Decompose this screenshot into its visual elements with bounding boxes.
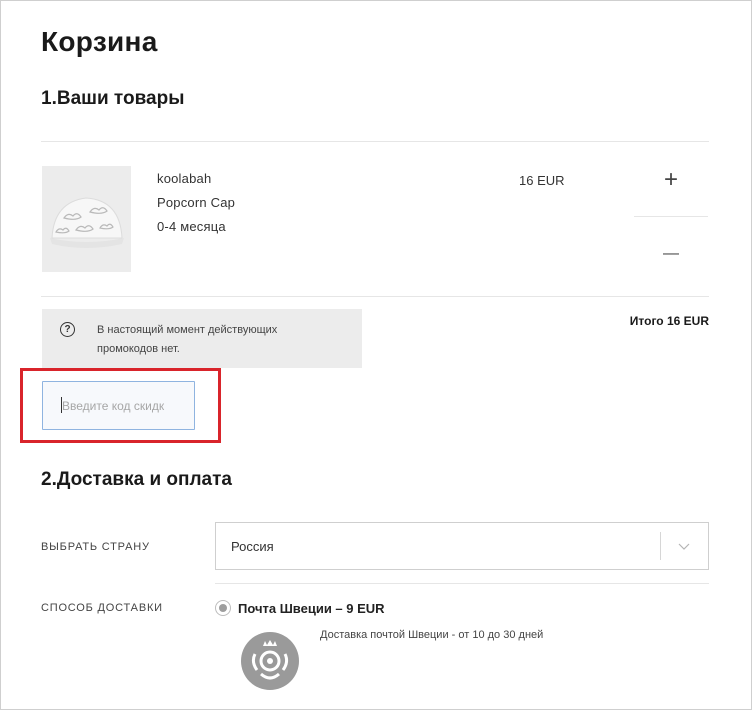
delivery-option-description: Доставка почтой Швеции - от 10 до 30 дне… bbox=[320, 629, 544, 641]
country-label: ВЫБРАТЬ СТРАНУ bbox=[41, 541, 150, 553]
product-price: 16 EUR bbox=[519, 173, 565, 188]
product-size: 0-4 месяца bbox=[157, 219, 226, 234]
country-select[interactable]: Россия bbox=[215, 522, 709, 570]
divider bbox=[215, 583, 709, 584]
section-title-delivery: 2.Доставка и оплата bbox=[41, 469, 232, 490]
section-title-items: 1.Ваши товары bbox=[41, 88, 185, 109]
cap-image-icon bbox=[50, 197, 124, 248]
posten-horn-icon bbox=[251, 640, 289, 680]
decrease-quantity-button[interactable]: — bbox=[634, 236, 708, 272]
increase-quantity-button[interactable]: + bbox=[634, 162, 708, 198]
delivery-label: СПОСОБ ДОСТАВКИ bbox=[41, 602, 163, 614]
order-total: Итого 16 EUR bbox=[629, 314, 709, 328]
quantity-divider bbox=[634, 216, 708, 217]
discount-code-input[interactable] bbox=[42, 381, 195, 430]
posten-logo bbox=[241, 632, 299, 690]
promo-message: В настоящий момент действующих промокодо… bbox=[97, 324, 278, 355]
select-divider bbox=[660, 532, 661, 560]
delivery-option-name[interactable]: Почта Швеции – 9 EUR bbox=[238, 601, 385, 616]
text-caret bbox=[61, 397, 62, 413]
promo-notice: ? В настоящий момент действующих промоко… bbox=[42, 309, 362, 368]
divider bbox=[41, 141, 709, 142]
minus-icon: — bbox=[663, 245, 679, 262]
divider bbox=[41, 296, 709, 297]
plus-icon: + bbox=[663, 166, 678, 193]
delivery-radio[interactable] bbox=[215, 600, 231, 616]
question-icon: ? bbox=[60, 322, 75, 337]
product-name[interactable]: Popcorn Cap bbox=[157, 195, 235, 210]
page-title: Корзина bbox=[41, 26, 158, 57]
product-brand: koolabah bbox=[157, 171, 212, 186]
country-value: Россия bbox=[231, 539, 274, 554]
product-image[interactable] bbox=[42, 166, 131, 272]
chevron-down-icon bbox=[678, 543, 690, 550]
